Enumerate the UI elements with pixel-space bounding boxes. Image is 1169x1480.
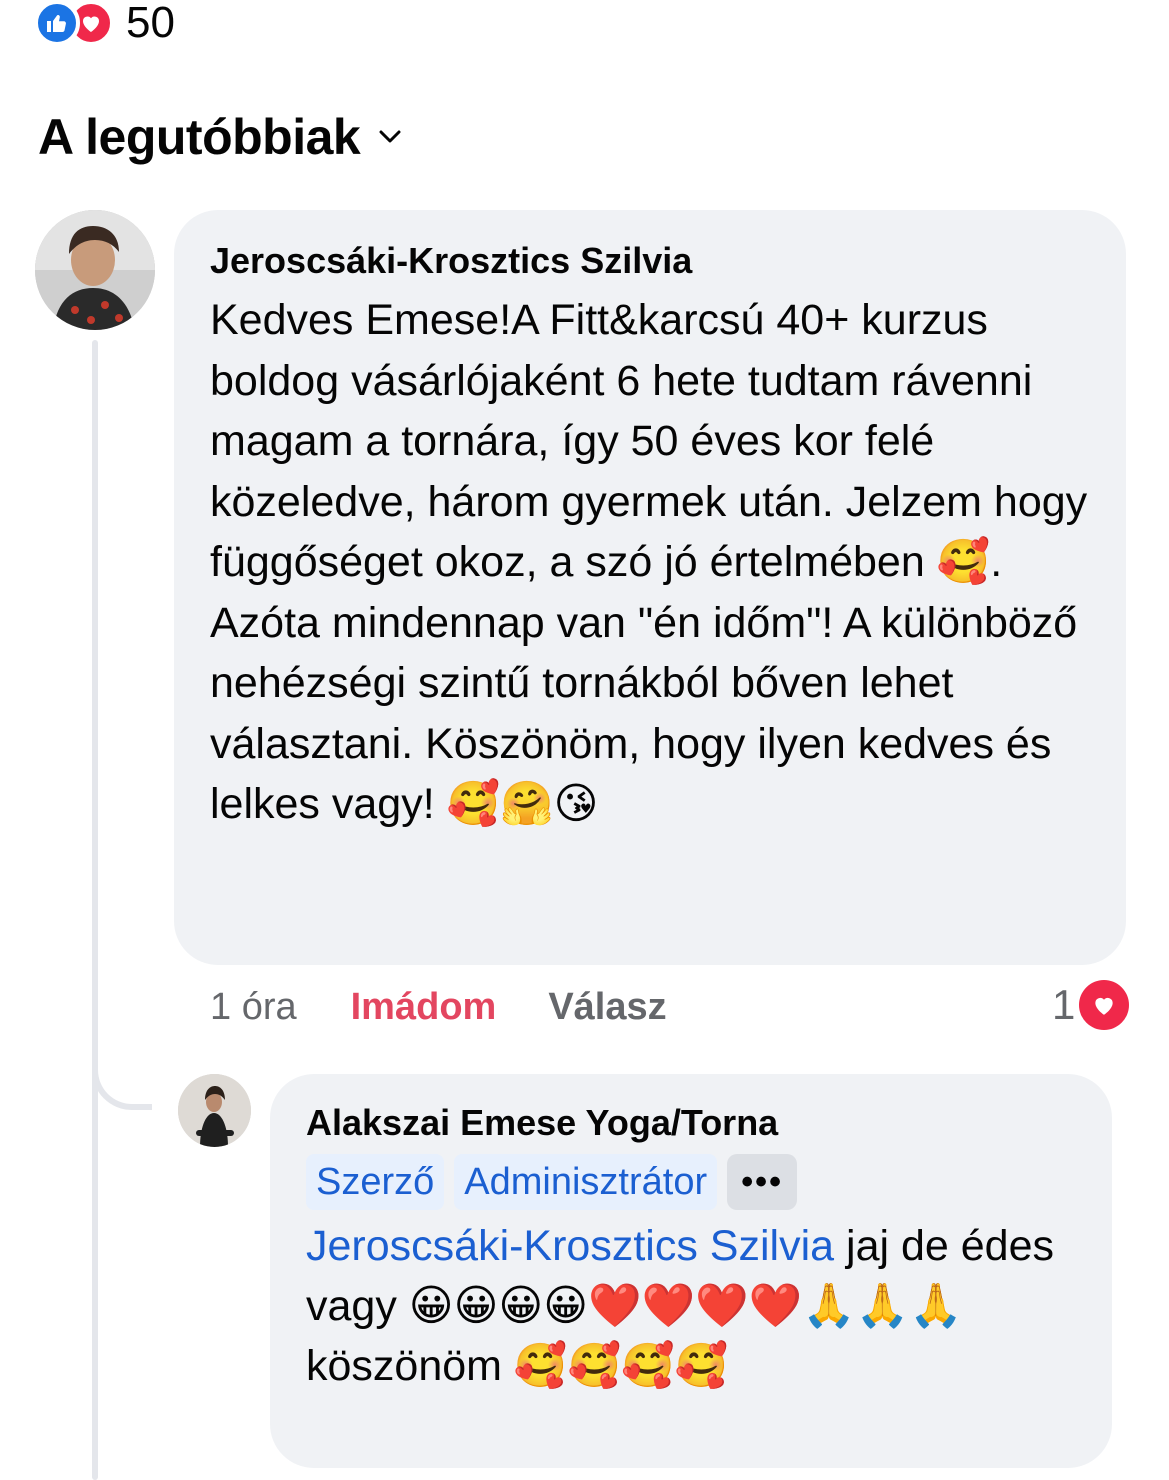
admin-badge[interactable]: Adminisztrátor: [454, 1154, 718, 1210]
comment-bubble: Jeroscsáki-Krosztics Szilvia Kedves Emes…: [174, 210, 1126, 965]
author-badge[interactable]: Szerző: [306, 1154, 445, 1210]
thread-connector: [92, 1020, 152, 1110]
comment-reaction-count: 1: [1052, 981, 1076, 1028]
more-options-button[interactable]: •••: [727, 1154, 798, 1210]
author-badges: Szerző Adminisztrátor •••: [306, 1154, 1076, 1210]
reply-bubble: Alakszai Emese Yoga/Torna Szerző Adminis…: [270, 1074, 1112, 1468]
mention-link[interactable]: Jeroscsáki-Krosztics Szilvia: [306, 1222, 834, 1270]
reactions-summary[interactable]: 50: [34, 0, 175, 46]
reaction-count: 50: [126, 0, 175, 47]
comment-actions: 1 óra Imádom Válasz: [210, 984, 667, 1030]
sort-label: A legutóbbiak: [38, 109, 361, 165]
comment-text: Kedves Emese!A Fitt&karcsú 40+ kurzus bo…: [210, 296, 1088, 828]
sort-dropdown[interactable]: A legutóbbiak: [38, 108, 402, 166]
comment-time[interactable]: 1 óra: [210, 986, 297, 1029]
avatar[interactable]: [178, 1074, 251, 1147]
thread-line: [92, 340, 98, 1480]
chevron-down-icon: [379, 130, 401, 143]
avatar[interactable]: [35, 210, 155, 330]
reply-text: Jeroscsáki-Krosztics Szilvia jaj de édes…: [306, 1216, 1076, 1396]
reply-button[interactable]: Válasz: [548, 986, 666, 1029]
love-icon: [1079, 980, 1130, 1030]
reply-author[interactable]: Alakszai Emese Yoga/Torna: [306, 1102, 1076, 1144]
comment-reactions[interactable]: 1: [1052, 980, 1130, 1030]
love-button[interactable]: Imádom: [351, 986, 497, 1029]
like-icon: [34, 0, 80, 46]
comment-author[interactable]: Jeroscsáki-Krosztics Szilvia: [210, 240, 1090, 282]
